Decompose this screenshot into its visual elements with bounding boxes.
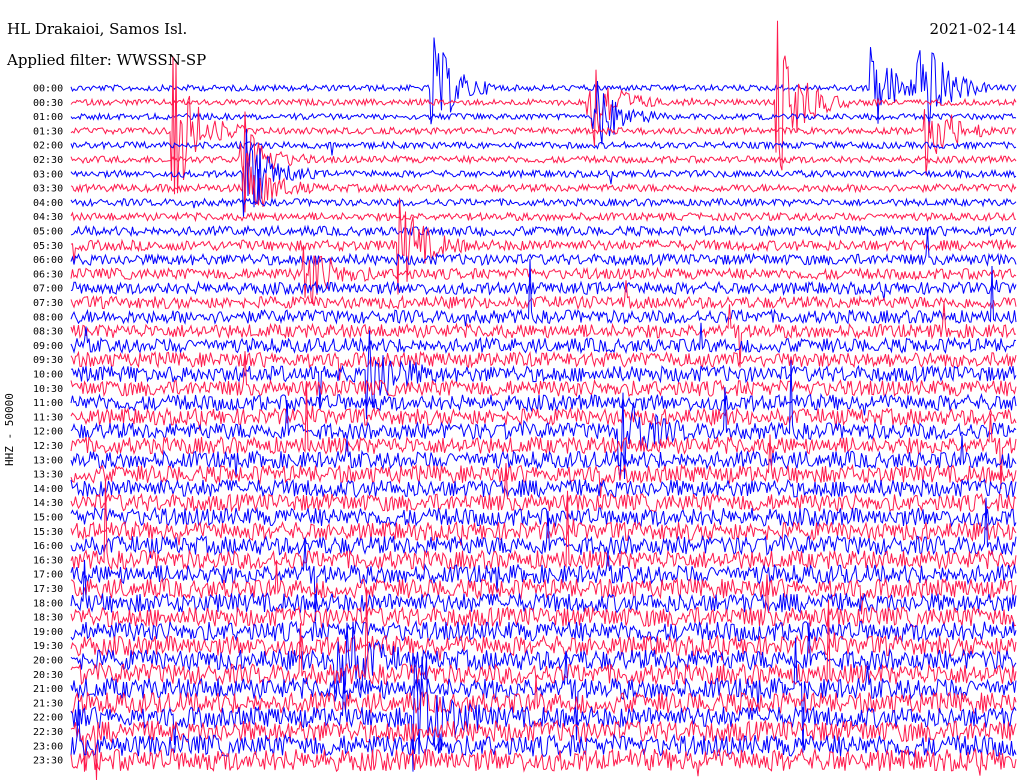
- row-time-label: 20:30: [33, 670, 63, 681]
- trace-row-0730: [70, 280, 1017, 311]
- row-time-label: 07:00: [33, 284, 63, 295]
- row-time-label: 13:00: [33, 455, 63, 466]
- row-time-label: 05:30: [33, 241, 63, 252]
- trace-row-0700: [70, 279, 1017, 301]
- row-time-label: 18:00: [33, 598, 63, 609]
- row-time-label: 14:00: [33, 484, 63, 495]
- row-time-label: 11:30: [33, 412, 63, 423]
- row-time-label: 12:00: [33, 427, 63, 438]
- row-time-label: 01:30: [33, 126, 63, 137]
- row-time-label: 15:00: [33, 513, 63, 524]
- row-time-label: 03:00: [33, 169, 63, 180]
- row-time-label: 04:30: [33, 212, 63, 223]
- trace-row-1500: [70, 506, 1017, 528]
- row-time-label: 01:00: [33, 112, 63, 123]
- row-time-label: 09:00: [33, 341, 63, 352]
- row-time-label: 06:00: [33, 255, 63, 266]
- row-time-label: 03:30: [33, 184, 63, 195]
- trace-row-0430: [70, 211, 1016, 223]
- row-time-label: 07:30: [33, 298, 63, 309]
- row-time-label: 16:30: [33, 555, 63, 566]
- row-time-label: 21:30: [33, 698, 63, 709]
- row-time-label: 17:00: [33, 570, 63, 581]
- row-time-label: 06:30: [33, 269, 63, 280]
- trace-row-1030: [70, 351, 1017, 398]
- row-time-label: 20:00: [33, 656, 63, 667]
- row-time-label: 23:00: [33, 741, 63, 752]
- row-time-label: 13:30: [33, 470, 63, 481]
- trace-row-0800: [70, 258, 1017, 327]
- row-time-label: 05:00: [33, 227, 63, 238]
- trace-row-0000: [70, 37, 1017, 133]
- trace-row-0930: [70, 350, 1017, 381]
- row-time-label: 19:30: [33, 641, 63, 652]
- row-time-label: 16:00: [33, 541, 63, 552]
- row-time-label: 04:00: [33, 198, 63, 209]
- trace-row-0630: [70, 247, 1017, 305]
- row-time-label: 02:30: [33, 155, 63, 166]
- row-time-label: 08:00: [33, 312, 63, 323]
- helicorder-plot: 00:00 00:30 01:00 01:30 02:00 02:30 03:00 03:30…: [33, 20, 1017, 780]
- row-time-label: 12:30: [33, 441, 63, 452]
- row-time-label: 22:30: [33, 727, 63, 738]
- row-time-label: 11:00: [33, 398, 63, 409]
- trace-row-0500: [70, 224, 1017, 238]
- row-time-label: 08:30: [33, 327, 63, 338]
- row-time-label: 17:30: [33, 584, 63, 595]
- row-time-label: 18:30: [33, 613, 63, 624]
- row-time-label: 19:00: [33, 627, 63, 638]
- row-time-label: 15:30: [33, 527, 63, 538]
- row-time-label: 14:30: [33, 498, 63, 509]
- trace-row-2230: [70, 719, 1017, 780]
- row-time-label: 23:30: [33, 756, 63, 767]
- trace-row-0530: [70, 197, 1017, 295]
- row-time-label: 10:00: [33, 370, 63, 381]
- trace-row-1900: [70, 619, 1017, 643]
- row-time-label: 00:00: [33, 84, 63, 95]
- row-time-label: 02:00: [33, 141, 63, 152]
- trace-group: [70, 20, 1017, 780]
- trace-row-1400: [70, 478, 1017, 499]
- row-label-group: 00:00 00:30 01:00 01:30 02:00 02:30 03:00 03:30…: [33, 84, 63, 767]
- trace-row-0230: [70, 111, 1017, 175]
- row-time-label: 09:30: [33, 355, 63, 366]
- trace-row-1830: [70, 574, 1017, 629]
- row-time-label: 21:00: [33, 684, 63, 695]
- trace-row-2330: [70, 747, 1017, 777]
- trace-row-0200: [70, 140, 1017, 156]
- row-time-label: 10:30: [33, 384, 63, 395]
- row-time-label: 22:00: [33, 713, 63, 724]
- row-time-label: 00:30: [33, 98, 63, 109]
